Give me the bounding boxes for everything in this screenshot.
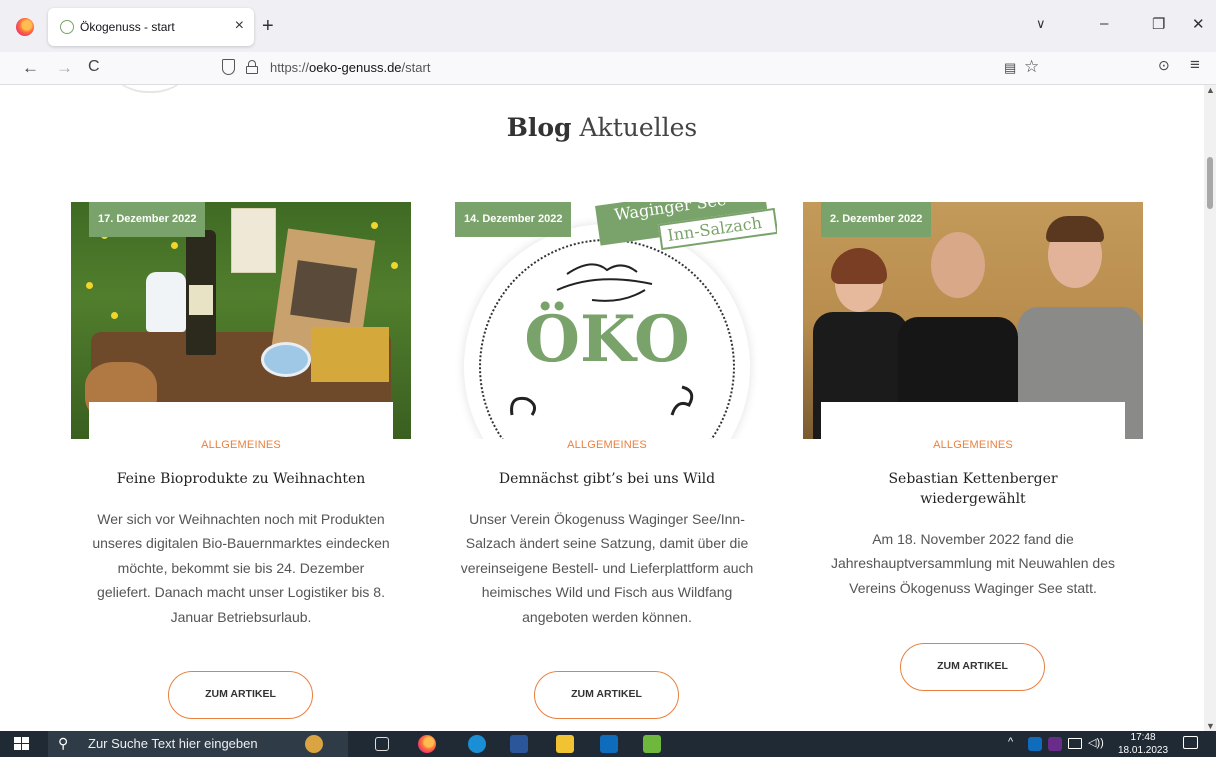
task-view-icon[interactable] <box>375 737 389 751</box>
edge-icon[interactable] <box>468 735 486 753</box>
firefox-taskbar-icon[interactable] <box>418 735 436 753</box>
list-all-tabs-icon[interactable]: ∨ <box>1036 16 1046 32</box>
taskbar-search-box[interactable]: ⚲ Zur Suche Text hier eingeben <box>48 731 348 757</box>
read-more-button[interactable]: ZUM ARTIKEL <box>168 671 313 719</box>
post-date-badge: 2. Dezember 2022 <box>821 202 932 237</box>
tab-title: Ökogenuss - start <box>80 20 175 34</box>
search-placeholder: Zur Suche Text hier eingeben <box>88 736 258 751</box>
blog-image-products[interactable]: 17. Dezember 2022 <box>71 202 411 439</box>
new-tab-button[interactable]: + <box>262 15 274 38</box>
reload-button[interactable]: C <box>88 58 100 76</box>
post-category[interactable]: ALLGEMEINES <box>437 439 777 451</box>
word-icon[interactable] <box>510 735 528 753</box>
read-more-button[interactable]: ZUM ARTIKEL <box>534 671 679 719</box>
blog-card: 2. Dezember 2022 ALLGEMEINES Sebastian K… <box>803 202 1143 731</box>
back-button[interactable]: ← <box>22 58 39 78</box>
scroll-up-icon[interactable]: ▲ <box>1206 85 1215 95</box>
page-content: Blog Aktuelles 17. Dezember 2022 ALLGEME… <box>0 85 1204 731</box>
tab-oekogenuss[interactable]: Ökogenuss - start × <box>48 8 254 46</box>
tray-chevron-icon[interactable]: ^ <box>1008 736 1013 748</box>
restore-button[interactable]: ❐ <box>1152 15 1165 33</box>
outlook-icon[interactable] <box>600 735 618 753</box>
url-text[interactable]: https://oeko-genuss.de/start <box>270 60 430 75</box>
vertical-scrollbar[interactable]: ▲ ▼ <box>1204 85 1216 731</box>
bookmark-star-icon[interactable]: ☆ <box>1024 57 1039 77</box>
firefox-icon[interactable] <box>16 18 34 36</box>
post-excerpt: Wer sich vor Weihnachten noch mit Produk… <box>92 511 390 625</box>
logo-wordmark: ÖKO <box>524 302 690 377</box>
reader-view-icon[interactable]: ▤ <box>1004 60 1016 76</box>
blog-image-logo[interactable]: ÖKO Waginger See Inn-Salzach 14. Dezembe… <box>437 202 777 439</box>
search-icon: ⚲ <box>58 735 69 751</box>
cortana-search-highlight-icon[interactable] <box>305 735 323 753</box>
post-title[interactable]: Sebastian Kettenberger wiedergewählt <box>863 469 1083 509</box>
post-title[interactable]: Demnächst gibt’s bei uns Wild <box>457 469 757 489</box>
windows-taskbar: ⚲ Zur Suche Text hier eingeben ^ ◁)) 17:… <box>0 731 1216 757</box>
tab-close-icon[interactable]: × <box>235 17 244 35</box>
post-title[interactable]: Feine Bioprodukte zu Weihnachten <box>91 469 391 489</box>
site-logo-partial[interactable] <box>100 85 200 93</box>
browser-window: Ökogenuss - start × + ∨ – ❐ ✕ ← → C http… <box>0 0 1216 757</box>
volume-icon[interactable]: ◁)) <box>1088 736 1104 749</box>
read-more-button[interactable]: ZUM ARTIKEL <box>900 643 1045 691</box>
blog-card: ÖKO Waginger See Inn-Salzach 14. Dezembe… <box>437 202 777 731</box>
navigation-bar: ← → C https://oeko-genuss.de/start ▤ ☆ ⊙… <box>0 52 1216 85</box>
blog-card: 17. Dezember 2022 ALLGEMEINES Feine Biop… <box>71 202 411 731</box>
app-menu-icon[interactable]: ≡ <box>1190 55 1200 75</box>
post-excerpt: Am 18. November 2022 fand die Jahreshaup… <box>830 531 1116 596</box>
post-date-badge: 14. Dezember 2022 <box>455 202 572 237</box>
pocket-icon[interactable]: ⊙ <box>1158 57 1170 74</box>
post-excerpt: Unser Verein Ökogenuss Waginger See/Inn-… <box>460 511 754 625</box>
url-bar[interactable]: https://oeko-genuss.de/start ▤ ☆ <box>214 55 1050 81</box>
site-favicon-icon <box>60 20 74 34</box>
tracking-protection-icon[interactable] <box>222 59 235 75</box>
tab-bar: Ökogenuss - start × + ∨ – ❐ ✕ <box>0 0 1216 52</box>
notification-icon[interactable] <box>1183 736 1198 749</box>
minimize-button[interactable]: – <box>1100 15 1108 32</box>
lock-icon[interactable] <box>246 60 258 74</box>
forward-button[interactable]: → <box>56 58 73 78</box>
scroll-thumb[interactable] <box>1207 157 1213 209</box>
close-window-button[interactable]: ✕ <box>1192 15 1205 33</box>
taskbar-clock[interactable]: 17:48 18.01.2023 <box>1118 731 1168 757</box>
app-icon[interactable] <box>643 735 661 753</box>
post-date-badge: 17. Dezember 2022 <box>89 202 206 237</box>
scroll-down-icon[interactable]: ▼ <box>1206 721 1215 731</box>
section-heading: Blog Aktuelles <box>506 113 698 142</box>
network-icon[interactable] <box>1068 738 1082 749</box>
tray-app-icon[interactable] <box>1048 737 1062 751</box>
post-category[interactable]: ALLGEMEINES <box>71 439 411 451</box>
file-explorer-icon[interactable] <box>556 735 574 753</box>
blog-image-people[interactable]: 2. Dezember 2022 <box>803 202 1143 439</box>
windows-start-icon[interactable] <box>14 737 30 751</box>
post-category[interactable]: ALLGEMEINES <box>803 439 1143 451</box>
tray-outlook-icon[interactable] <box>1028 737 1042 751</box>
